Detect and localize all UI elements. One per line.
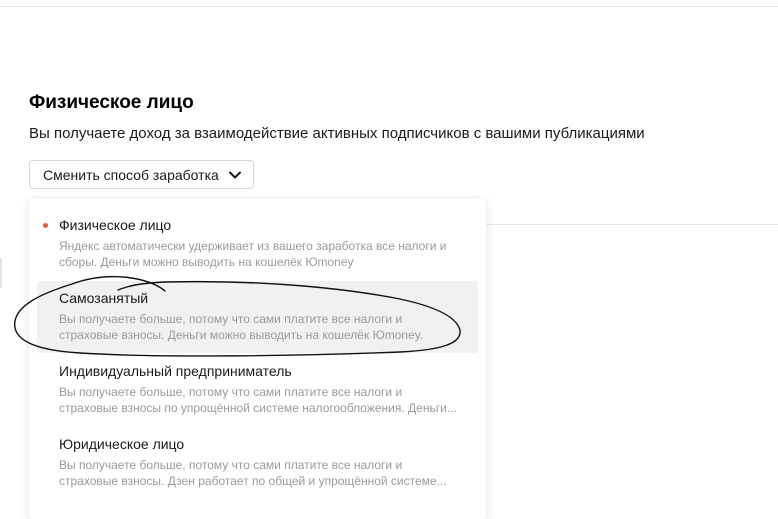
option-description-line: страховые взносы. Дзен работает по общей… xyxy=(59,474,447,488)
section-divider xyxy=(486,224,778,225)
option-description-line: Вы получаете больше, потому что сами пла… xyxy=(59,458,403,472)
page-title: Физическое лицо xyxy=(29,92,194,113)
option-description-line: страховые взносы по упрощённой системе н… xyxy=(59,401,457,415)
option-sole-proprietor[interactable]: Индивидуальный предприниматель Вы получа… xyxy=(37,354,478,426)
change-earning-method-button[interactable]: Сменить способ заработка xyxy=(29,160,254,189)
option-description-line: Вы получаете больше, потому что сами пла… xyxy=(59,312,403,326)
option-title: Физическое лицо xyxy=(59,217,172,233)
earning-method-dropdown: Физическое лицо Яндекс автоматически уде… xyxy=(29,199,486,519)
option-title: Юридическое лицо xyxy=(59,436,185,452)
option-description-line: сборы. Деньги можно выводить на кошелёк … xyxy=(59,255,354,269)
option-description: Вы получаете больше, потому что сами пла… xyxy=(59,457,459,489)
option-description-line: Вы получаете больше, потому что сами пла… xyxy=(59,385,403,399)
change-earning-method-label: Сменить способ заработка xyxy=(43,166,219,183)
left-edge-mark xyxy=(0,258,2,288)
page-description: Вы получаете доход за взаимодействие акт… xyxy=(29,125,645,142)
option-legal-entity[interactable]: Юридическое лицо Вы получаете больше, по… xyxy=(37,427,478,499)
option-description: Вы получаете больше, потому что сами пла… xyxy=(59,384,459,416)
option-title: Самозанятый xyxy=(59,290,149,306)
option-description-line: Яндекс автоматически удерживает из вашег… xyxy=(59,239,447,253)
chevron-down-icon xyxy=(227,167,243,183)
option-description: Яндекс автоматически удерживает из вашег… xyxy=(59,238,459,270)
option-description: Вы получаете больше, потому что сами пла… xyxy=(59,311,459,343)
selected-dot-icon xyxy=(43,223,48,228)
option-individual[interactable]: Физическое лицо Яндекс автоматически уде… xyxy=(37,208,478,280)
top-divider xyxy=(0,6,778,7)
option-self-employed[interactable]: Самозанятый Вы получаете больше, потому … xyxy=(37,281,478,353)
option-title: Индивидуальный предприниматель xyxy=(59,363,292,379)
option-description-line: страховые взносы. Деньги можно выводить … xyxy=(59,328,424,342)
